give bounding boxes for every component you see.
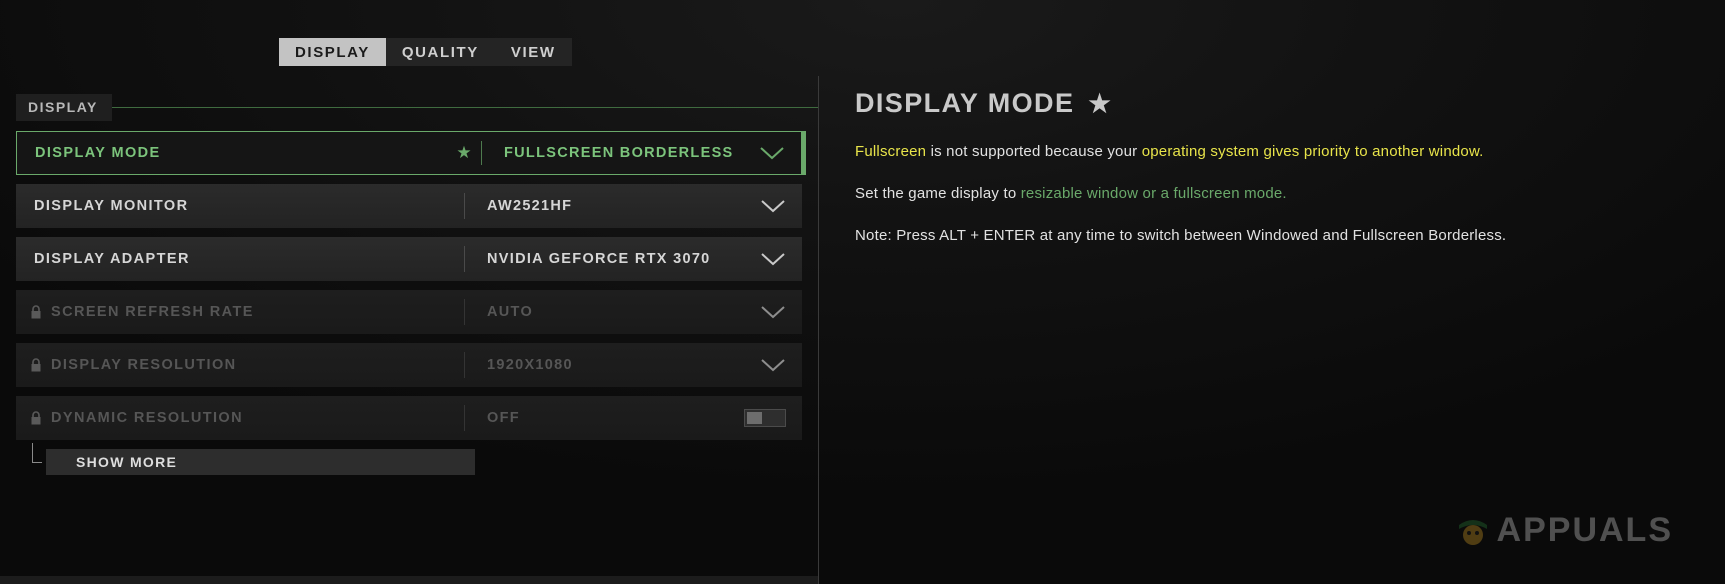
show-more-button[interactable]: SHOW MORE [46,449,475,475]
favorite-star-icon[interactable]: ★ [447,132,481,174]
detail-p2-part1: Set the game display to [855,184,1021,202]
appuals-logo-icon [1453,510,1493,550]
setting-label-text: DYNAMIC RESOLUTION [51,410,243,426]
toggle-container [728,396,802,440]
detail-p1-part1: Fullscreen [855,143,927,160]
setting-row-display-monitor[interactable]: DISPLAY MONITOR AW2521HF [16,184,802,228]
show-more-container: SHOW MORE [16,443,802,475]
panel-divider [818,76,819,584]
setting-label-text: DISPLAY MODE [35,145,161,161]
section-title: DISPLAY [16,93,112,121]
setting-label: DISPLAY MONITOR [16,184,464,228]
settings-list-panel: DISPLAY DISPLAY MODE ★ FULLSCREEN BORDER… [0,93,818,584]
tab-display[interactable]: DISPLAY [279,38,386,66]
setting-row-display-resolution: DISPLAY RESOLUTION 1920X1080 [16,343,802,387]
setting-label: SCREEN REFRESH RATE [16,290,464,334]
tab-quality[interactable]: QUALITY [386,38,495,66]
show-more-bracket-icon [32,443,42,463]
detail-title-text: DISPLAY MODE [855,88,1075,118]
tab-view[interactable]: VIEW [495,38,572,66]
setting-label: DISPLAY MODE [17,132,447,174]
chevron-down-icon[interactable] [744,184,802,228]
detail-title: DISPLAY MODE ★ [855,88,1655,119]
setting-value: AUTO [487,304,534,320]
detail-p1-part3: operating system gives priority to anoth… [1141,143,1484,160]
setting-label: DISPLAY RESOLUTION [16,343,464,387]
watermark: APPUALS [1453,510,1673,550]
lock-icon [30,410,42,426]
tab-bar: DISPLAY QUALITY VIEW [279,38,572,66]
setting-label-text: DISPLAY RESOLUTION [51,357,237,373]
setting-value: NVIDIA GEFORCE RTX 3070 [487,251,711,267]
detail-paragraph-2: Set the game display to resizable window… [855,183,1655,205]
setting-label: DYNAMIC RESOLUTION [16,396,464,440]
detail-paragraph-3: Note: Press ALT + ENTER at any time to s… [855,226,1507,244]
setting-row-dynamic-resolution: DYNAMIC RESOLUTION OFF [16,396,802,440]
chevron-down-icon [744,290,802,334]
setting-value: 1920X1080 [487,357,573,373]
setting-row-display-mode[interactable]: DISPLAY MODE ★ FULLSCREEN BORDERLESS [16,131,806,175]
chevron-down-icon [744,343,802,387]
lock-icon [30,304,42,320]
section-header-display: DISPLAY [16,93,818,121]
watermark-text: APPUALS [1496,510,1673,549]
detail-paragraph-1: Fullscreen is not supported because your… [855,141,1655,163]
setting-value: FULLSCREEN BORDERLESS [504,145,734,161]
detail-p1-part2: is not supported because your [926,143,1142,160]
setting-value: AW2521HF [487,198,573,214]
settings-screen: DISPLAY QUALITY VIEW DISPLAY DISPLAY MOD… [0,0,1725,584]
setting-label: DISPLAY ADAPTER [16,237,464,281]
setting-label-text: DISPLAY ADAPTER [34,251,190,267]
setting-value: OFF [487,410,520,426]
setting-label-text: SCREEN REFRESH RATE [51,304,254,320]
lock-icon [30,357,42,373]
section-divider-rule [111,106,818,108]
chevron-down-icon[interactable] [743,132,801,174]
settings-rows: DISPLAY MODE ★ FULLSCREEN BORDERLESS DIS… [0,131,818,475]
setting-row-display-adapter[interactable]: DISPLAY ADAPTER NVIDIA GEFORCE RTX 3070 [16,237,802,281]
detail-panel: DISPLAY MODE ★ Fullscreen is not support… [855,88,1655,266]
setting-row-screen-refresh-rate: SCREEN REFRESH RATE AUTO [16,290,802,334]
bottom-bar [0,576,818,584]
dynamic-resolution-toggle[interactable] [744,409,786,427]
favorite-star-icon: ★ [1088,89,1113,118]
chevron-down-icon[interactable] [744,237,802,281]
detail-p2-part2: resizable window or a fullscreen mode. [1020,184,1287,202]
toggle-knob [747,412,762,424]
setting-label-text: DISPLAY MONITOR [34,198,189,214]
